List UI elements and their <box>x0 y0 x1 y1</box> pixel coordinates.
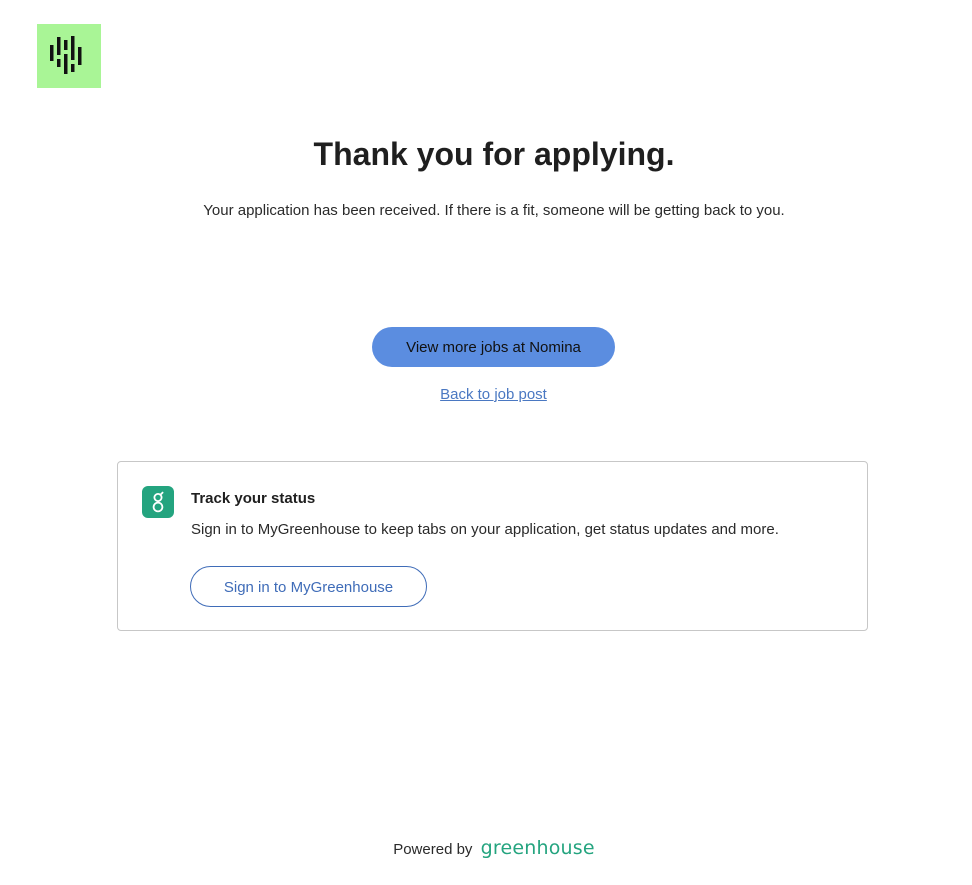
footer: Powered by greenhouse <box>0 836 972 862</box>
powered-by-text: Powered by <box>393 841 473 858</box>
back-link-row: Back to job post <box>0 385 972 405</box>
back-to-job-post-link[interactable]: Back to job post <box>440 386 547 403</box>
company-logo-icon <box>50 36 82 74</box>
view-more-jobs-button[interactable]: View more jobs at Nomina <box>372 327 615 367</box>
confirmation-message: Your application has been received. If t… <box>203 202 785 219</box>
greenhouse-brand-link[interactable]: greenhouse <box>481 837 595 859</box>
track-status-card: Track your status Sign in to MyGreenhous… <box>117 461 868 631</box>
page-title: Thank you for applying. <box>313 136 675 172</box>
card-title: Track your status <box>191 490 316 507</box>
confirmation-page: Thank you for applying. Your application… <box>0 0 972 885</box>
greenhouse-g-icon <box>142 486 174 518</box>
company-logo[interactable] <box>37 24 101 88</box>
sign-in-mygreenhouse-button[interactable]: Sign in to MyGreenhouse <box>190 566 427 607</box>
card-description: Sign in to MyGreenhouse to keep tabs on … <box>191 521 779 538</box>
